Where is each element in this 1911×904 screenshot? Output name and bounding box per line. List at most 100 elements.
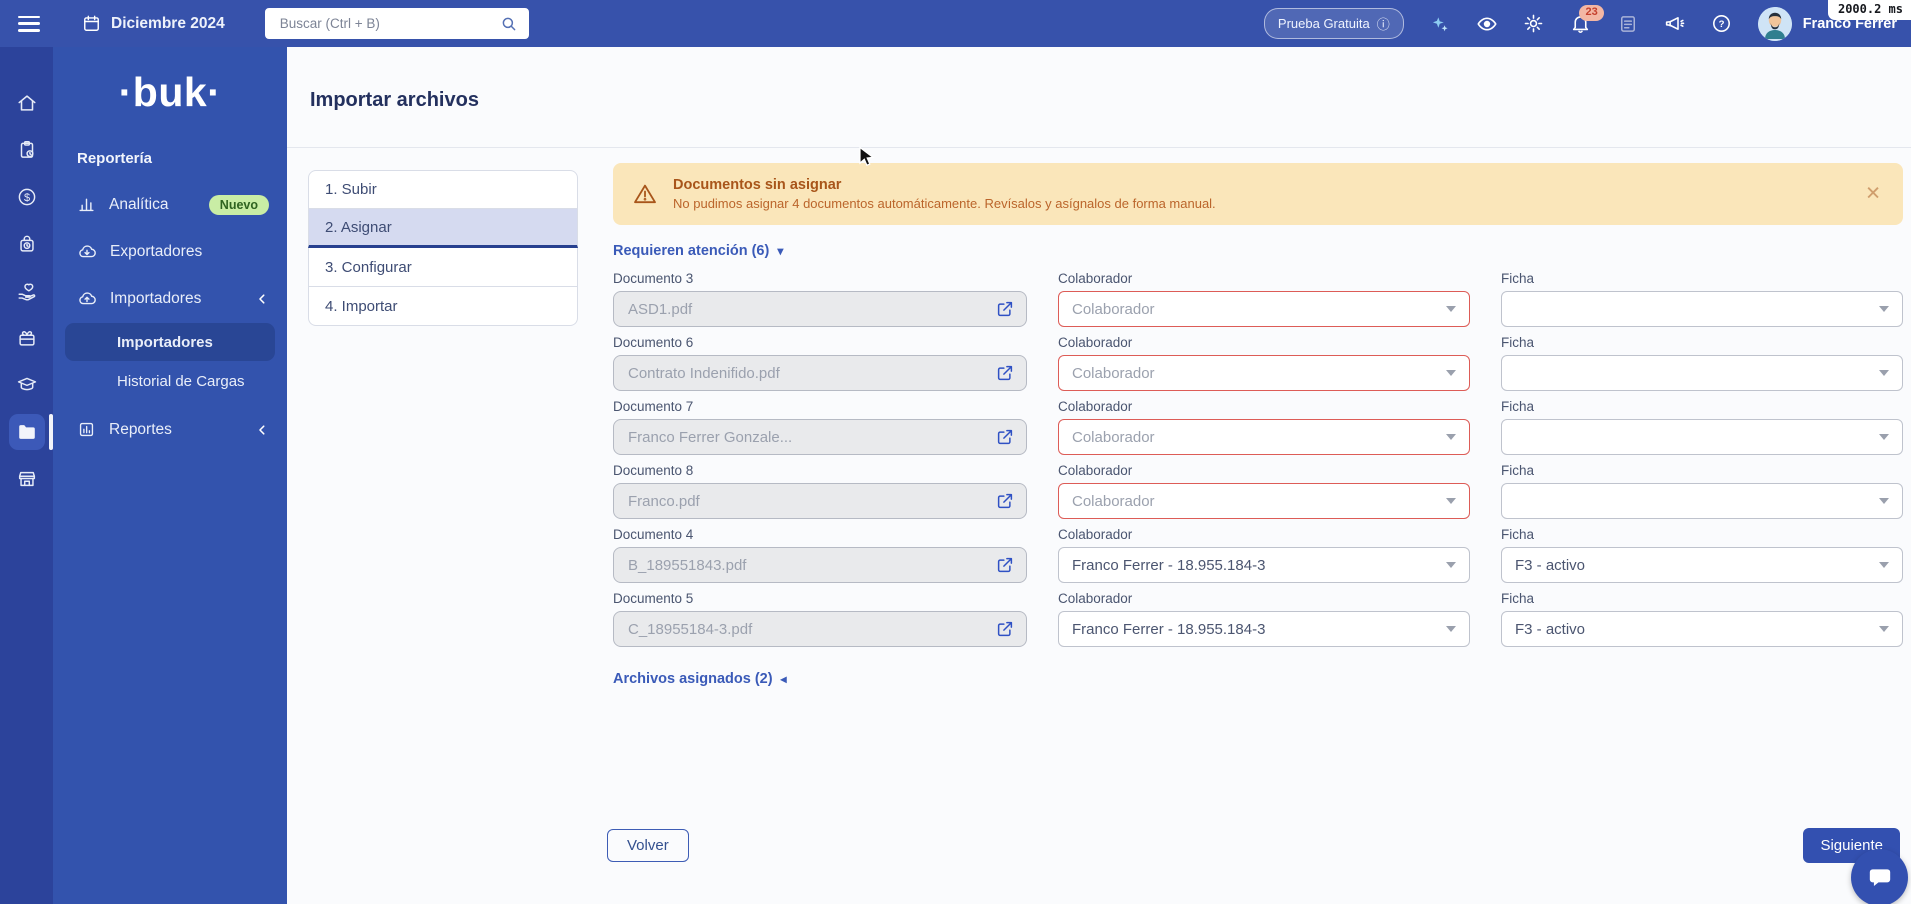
- record-select[interactable]: [1501, 483, 1903, 519]
- collaborator-select[interactable]: Franco Ferrer - 18.955.184-3: [1058, 611, 1470, 647]
- document-row: Documento 4 B_189551843.pdf Colaborador …: [613, 527, 1903, 583]
- caret-down-icon: [1879, 370, 1889, 376]
- step-item[interactable]: 1. Subir: [308, 170, 578, 209]
- sidebar-item-analitica[interactable]: Analítica Nuevo: [53, 181, 287, 228]
- caret-down-icon: [1879, 498, 1889, 504]
- rail-home-icon[interactable]: [0, 83, 53, 123]
- record-label: Ficha: [1501, 335, 1535, 350]
- rail-wellness-hand-heart-icon[interactable]: [0, 271, 53, 311]
- document-file-name: ASD1.pdf: [628, 300, 693, 318]
- collaborator-select[interactable]: Colaborador: [1058, 355, 1470, 391]
- topbar: Diciembre 2024 Prueba Gratuita ⓘ: [0, 0, 1911, 47]
- app-window: Diciembre 2024 Prueba Gratuita ⓘ: [0, 0, 1911, 904]
- chevron-collapse-icon[interactable]: [255, 423, 269, 437]
- record-select[interactable]: [1501, 291, 1903, 327]
- eye-icon[interactable]: [1476, 13, 1498, 35]
- collaborator-value: Colaborador: [1072, 300, 1155, 318]
- user-avatar[interactable]: [1757, 6, 1792, 41]
- record-select[interactable]: F3 - activo: [1501, 547, 1903, 583]
- warning-triangle-icon: [633, 182, 657, 206]
- assigned-toggle-label: Archivos asignados (2): [613, 671, 773, 687]
- record-value: F3 - activo: [1515, 556, 1586, 574]
- bar-chart-icon: [77, 195, 96, 214]
- changelog-list-icon[interactable]: [1617, 13, 1639, 35]
- open-document-icon[interactable]: [995, 491, 1015, 511]
- help-icon[interactable]: ?: [1711, 13, 1733, 35]
- attention-toggle[interactable]: Requieren atención (6) ▾: [613, 243, 1903, 259]
- record-select[interactable]: [1501, 419, 1903, 455]
- rail-payroll-coin-icon[interactable]: $: [0, 177, 53, 217]
- document-label: Documento 8: [613, 463, 694, 478]
- rail-benefits-gift-icon[interactable]: [0, 318, 53, 358]
- open-document-icon[interactable]: [995, 363, 1015, 383]
- global-search: [264, 8, 529, 39]
- collaborator-value: Colaborador: [1072, 492, 1155, 510]
- sidebar-item-exportadores[interactable]: Exportadores: [53, 228, 287, 275]
- cloud-upload-icon: [77, 289, 97, 309]
- caret-down-icon: [1879, 626, 1889, 632]
- back-button[interactable]: Volver: [607, 829, 689, 862]
- warning-message: No pudimos asignar 4 documentos automáti…: [673, 196, 1216, 211]
- document-label: Documento 4: [613, 527, 694, 542]
- notifications-bell-icon[interactable]: 23: [1570, 4, 1604, 35]
- open-document-icon[interactable]: [995, 427, 1015, 447]
- trial-badge[interactable]: Prueba Gratuita ⓘ: [1263, 8, 1404, 39]
- document-row: Documento 5 C_18955184-3.pdf Colaborador…: [613, 591, 1903, 647]
- rail-documents-folder-icon[interactable]: [0, 412, 53, 452]
- collaborator-value: Franco Ferrer - 18.955.184-3: [1072, 556, 1266, 574]
- settings-gear-icon[interactable]: [1523, 13, 1545, 35]
- record-select[interactable]: F3 - activo: [1501, 611, 1903, 647]
- collaborator-value: Colaborador: [1072, 428, 1155, 446]
- open-document-icon[interactable]: [995, 555, 1015, 575]
- record-label: Ficha: [1501, 271, 1535, 286]
- collaborator-label: Colaborador: [1058, 463, 1133, 478]
- open-document-icon[interactable]: [995, 299, 1015, 319]
- sidebar-subitem-importadores[interactable]: Importadores: [65, 323, 275, 361]
- sidebar-item-importadores[interactable]: Importadores: [53, 275, 287, 322]
- record-label: Ficha: [1501, 527, 1535, 542]
- collaborator-select[interactable]: Colaborador: [1058, 419, 1470, 455]
- record-select[interactable]: [1501, 355, 1903, 391]
- assigned-toggle[interactable]: Archivos asignados (2) ◂: [613, 671, 1903, 687]
- document-file-field: ASD1.pdf: [613, 291, 1027, 327]
- chevron-collapse-icon[interactable]: [255, 292, 269, 306]
- rail-training-graduation-icon[interactable]: [0, 365, 53, 405]
- sidebar-subitem-label: Importadores: [117, 333, 213, 351]
- document-file-field: B_189551843.pdf: [613, 547, 1027, 583]
- search-icon[interactable]: [500, 15, 518, 33]
- chat-bubble-button[interactable]: [1851, 849, 1908, 904]
- perf-overlay: 2000.2 ms: [1827, 0, 1911, 20]
- document-row: Documento 7 Franco Ferrer Gonzale... Col…: [613, 399, 1903, 455]
- collaborator-label: Colaborador: [1058, 335, 1133, 350]
- step-item[interactable]: 3. Configurar: [308, 248, 578, 287]
- period-selector[interactable]: Diciembre 2024: [82, 14, 225, 33]
- document-file-field: C_18955184-3.pdf: [613, 611, 1027, 647]
- search-input[interactable]: [277, 15, 500, 32]
- collaborator-value: Colaborador: [1072, 364, 1155, 382]
- sidebar-subitem-historial-de-cargas[interactable]: Historial de Cargas: [65, 362, 275, 400]
- collaborator-label: Colaborador: [1058, 527, 1133, 542]
- step-item[interactable]: 2. Asignar: [308, 209, 578, 248]
- collaborator-select[interactable]: Colaborador: [1058, 483, 1470, 519]
- trial-badge-label: Prueba Gratuita: [1277, 16, 1370, 31]
- svg-text:$: $: [23, 192, 29, 204]
- open-document-icon[interactable]: [995, 619, 1015, 639]
- document-label: Documento 6: [613, 335, 694, 350]
- document-file-name: B_189551843.pdf: [628, 556, 747, 574]
- document-file-name: C_18955184-3.pdf: [628, 620, 753, 638]
- hamburger-menu-icon[interactable]: [18, 15, 40, 32]
- collaborator-select[interactable]: Franco Ferrer - 18.955.184-3: [1058, 547, 1470, 583]
- step-item[interactable]: 4. Importar: [308, 287, 578, 326]
- caret-down-icon: [1446, 498, 1456, 504]
- close-icon[interactable]: ✕: [1865, 185, 1881, 204]
- sidebar: ·buk· Reportería Analítica Nuevo Exporta…: [53, 47, 287, 904]
- ai-sparkle-icon[interactable]: [1429, 13, 1451, 35]
- sidebar-item-reportes[interactable]: Reportes: [53, 406, 287, 453]
- rail-attendance-bag-icon[interactable]: [0, 224, 53, 264]
- announcements-megaphone-icon[interactable]: [1664, 13, 1686, 35]
- rail-company-storefront-icon[interactable]: [0, 459, 53, 499]
- record-label: Ficha: [1501, 399, 1535, 414]
- collaborator-select[interactable]: Colaborador: [1058, 291, 1470, 327]
- record-label: Ficha: [1501, 591, 1535, 606]
- rail-clipboard-clock-icon[interactable]: [0, 130, 53, 170]
